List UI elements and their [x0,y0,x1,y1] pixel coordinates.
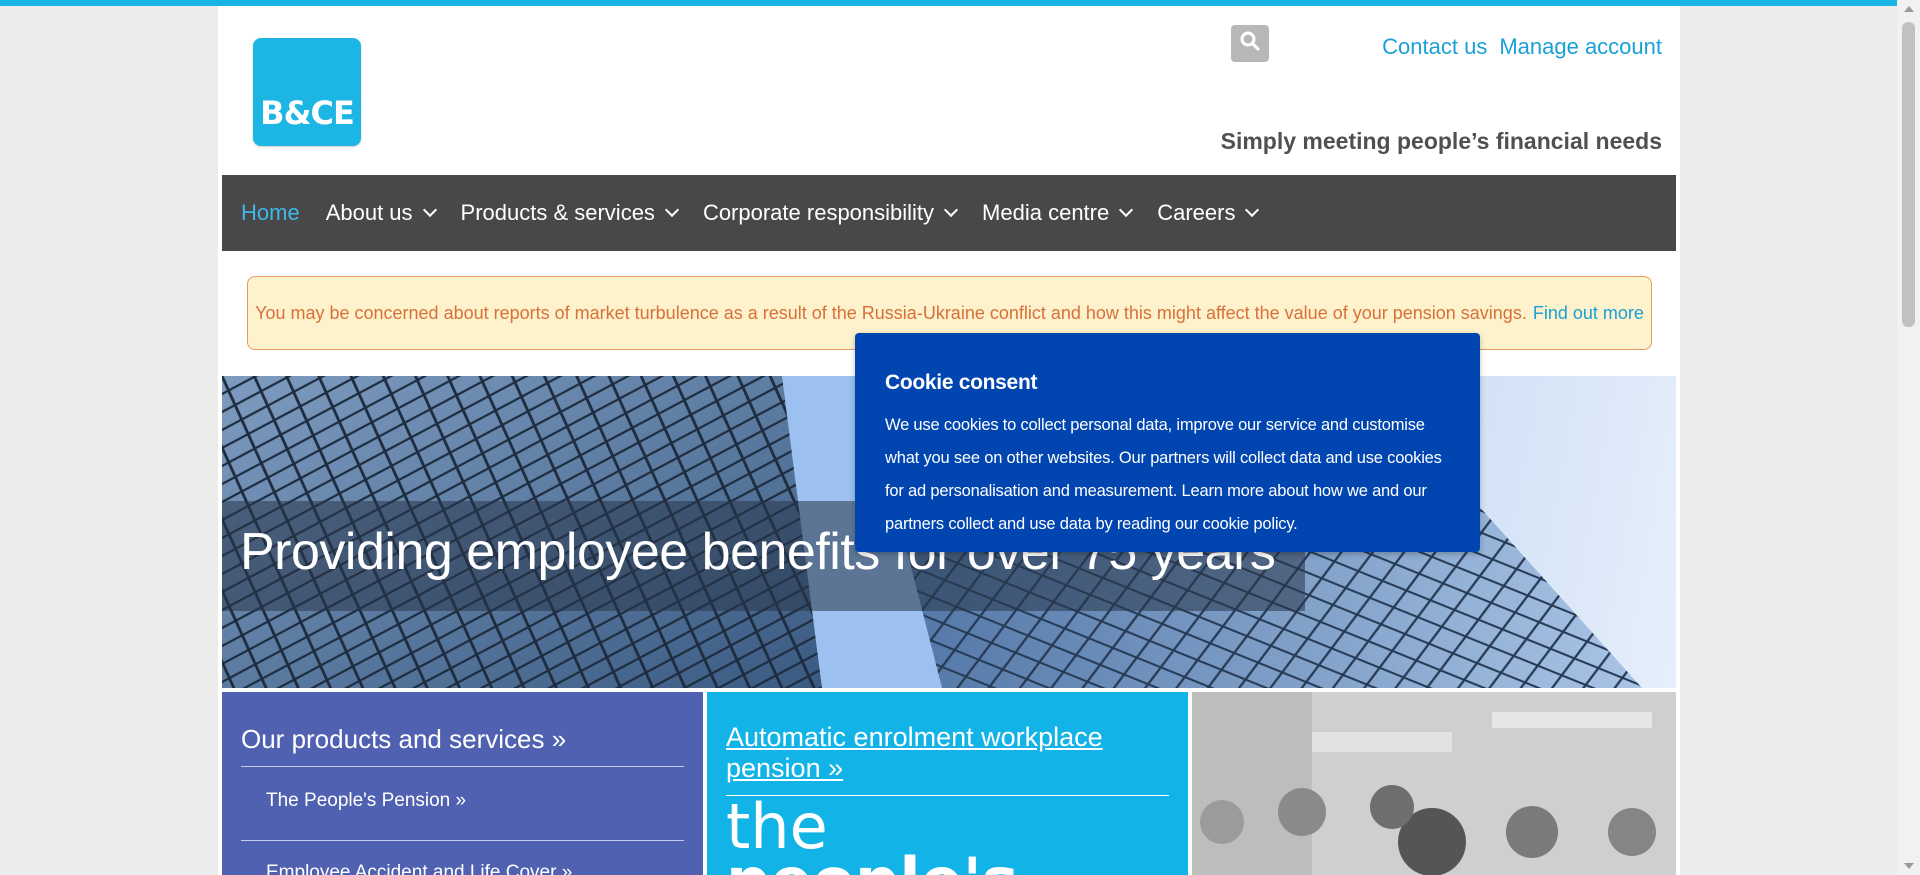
logo-text: B&CE [260,94,355,132]
nav-item-corporate-responsibility[interactable]: Corporate responsibility [702,200,959,226]
nav-item-media-centre[interactable]: Media centre [982,200,1134,226]
search-button[interactable] [1231,25,1269,62]
nav-item-label: Corporate responsibility [702,200,935,225]
scroll-up-icon[interactable] [1904,6,1914,12]
people-photo-tile[interactable] [1192,692,1676,875]
chevron-down-icon [1119,202,1134,218]
bce-logo[interactable]: B&CE [253,38,361,146]
page-container: B&CE Contact us Manage account Simply me… [218,6,1680,875]
scrollbar-thumb[interactable] [1902,22,1915,327]
auto-enrolment-tile: Automatic enrolment workplace pension » … [707,692,1188,875]
peoples-pension-link[interactable]: The People's Pension » [266,790,466,812]
utility-links: Contact us Manage account [1382,34,1662,60]
nav-item-label: Media centre [982,200,1110,225]
cookie-consent-text: We use cookies to collect personal data,… [885,416,1442,533]
tagline: Simply meeting people’s financial needs [1220,128,1662,154]
nav-item-label: Products & services [460,200,655,225]
divider [241,766,684,767]
contact-us-link[interactable]: Contact us [1382,34,1487,60]
chevron-down-icon [1245,202,1260,218]
cookie-consent-title: Cookie consent [885,371,1038,394]
find-out-more-link[interactable]: Find out more [1533,303,1644,324]
products-services-tile: Our products and services » The People's… [222,692,703,875]
search-icon [1239,30,1261,57]
nav-item-label: Careers [1157,200,1236,225]
main-nav: Home About us Products & services Corpor… [222,175,1676,251]
nav-item-label: About us [325,200,413,225]
nav-item-label: Home [241,200,300,225]
nav-item-careers[interactable]: Careers [1157,200,1260,226]
divider [241,840,684,841]
chevron-down-icon [943,202,959,218]
nav-item-home[interactable]: Home [241,200,300,226]
auto-enrolment-link[interactable]: Automatic enrolment workplace pension » [726,722,1126,784]
alert-text: You may be concerned about reports of ma… [255,302,1527,323]
brand-line-2: people's [726,850,1019,875]
nav-item-products-services[interactable]: Products & services [460,200,680,226]
products-services-heading[interactable]: Our products and services » [241,724,566,755]
people-photo [1192,692,1676,875]
chevron-down-icon [664,202,680,218]
page-scrollbar[interactable] [1897,0,1920,875]
accident-life-cover-link[interactable]: Employee Accident and Life Cover » [266,862,572,875]
chevron-down-icon [422,202,437,218]
scroll-down-icon[interactable] [1904,863,1914,869]
manage-account-link[interactable]: Manage account [1499,34,1662,60]
peoples-pension-brand: the people's [726,796,1019,875]
cookie-consent-dialog: Cookie consent We use cookies to collect… [855,333,1480,552]
nav-item-about-us[interactable]: About us [325,200,437,226]
